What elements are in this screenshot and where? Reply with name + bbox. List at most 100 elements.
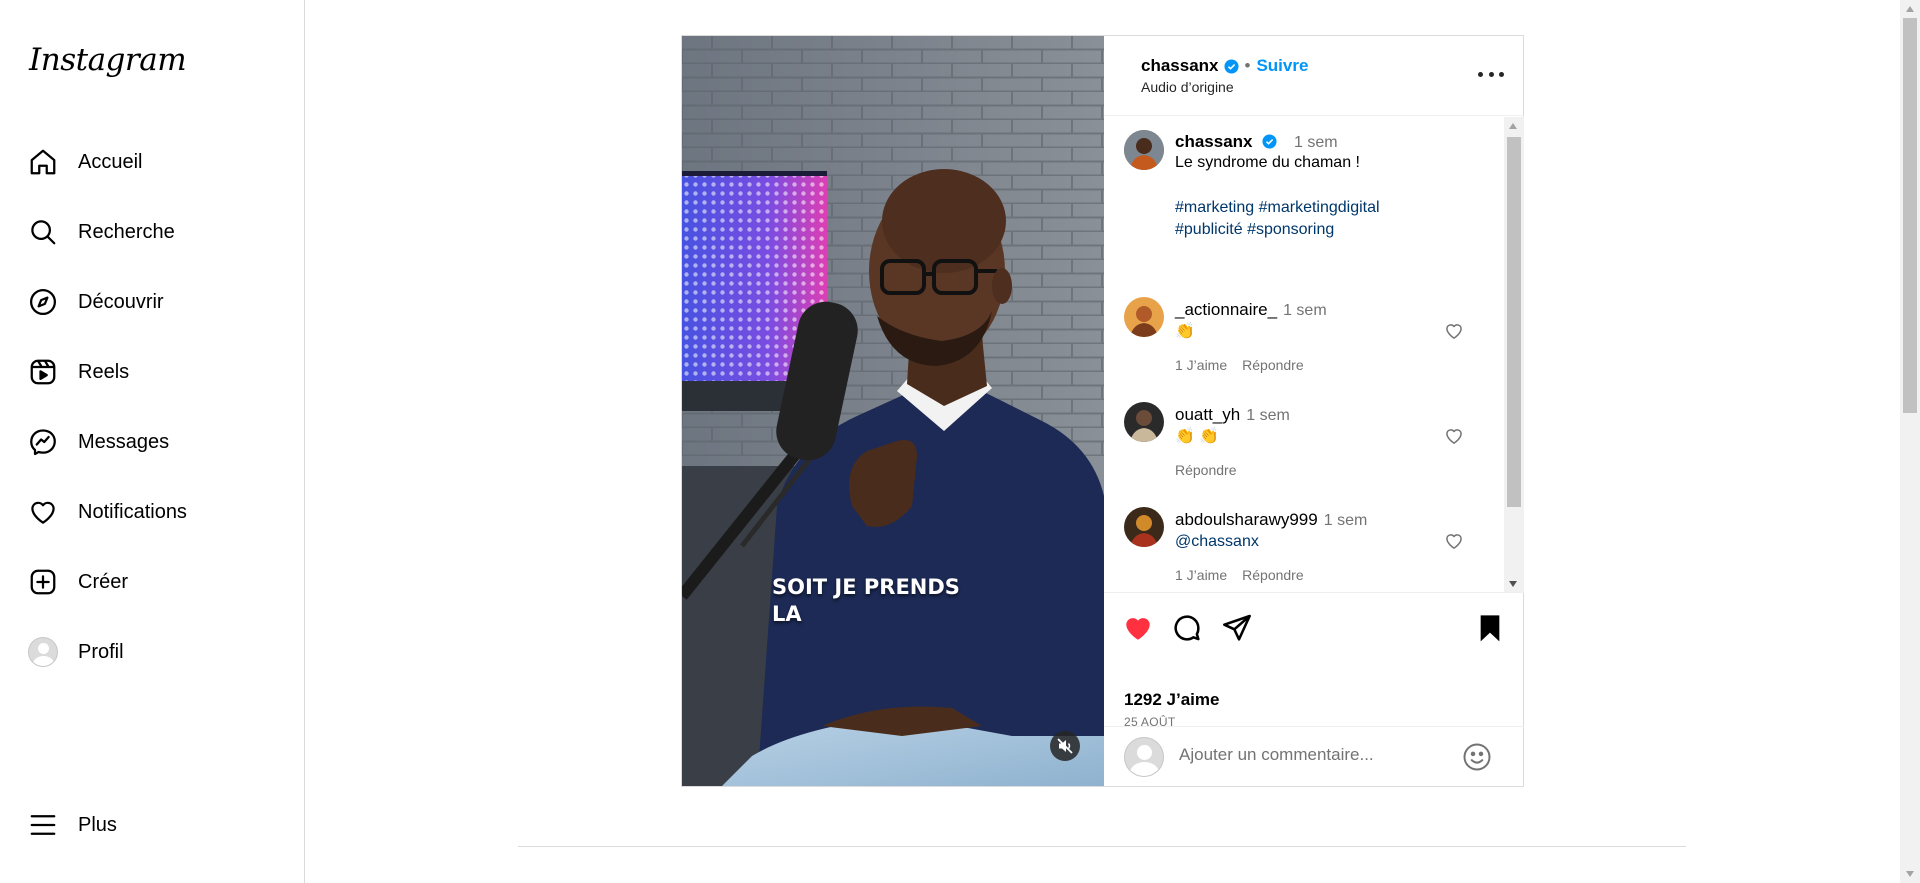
like-heart-icon[interactable]	[1122, 612, 1154, 644]
comment-time: 1 sem	[1323, 512, 1368, 529]
sidebar-item-reels[interactable]: Reels	[28, 348, 288, 396]
comment-avatar[interactable]	[1124, 297, 1164, 337]
post-header: chassanx • Suivre Audio d’origine	[1104, 36, 1524, 116]
caption-hashtags: #marketing #marketingdigital #publicité …	[1175, 197, 1380, 241]
more-options-button[interactable]	[1478, 64, 1504, 84]
avatar-image	[1124, 507, 1164, 547]
comment-text: 👏	[1175, 323, 1195, 340]
likes-count[interactable]: 1292 J’aime	[1124, 690, 1219, 710]
heart-icon	[31, 501, 55, 524]
comment-text: 👏 👏	[1175, 428, 1220, 445]
comment-icon[interactable]	[1171, 612, 1203, 644]
separator-dot: •	[1244, 56, 1251, 75]
hamburger-icon	[30, 815, 56, 835]
sidebar: Instagram Accueil Recherche Découvrir Re…	[0, 0, 305, 883]
feed-divider	[518, 846, 1686, 847]
reply-button[interactable]: Répondre	[1242, 567, 1304, 583]
post-actions: 1292 J’aime 25 AOÛT	[1104, 594, 1524, 729]
reply-button[interactable]: Répondre	[1242, 357, 1304, 373]
scroll-down-arrow[interactable]	[1509, 581, 1517, 587]
caption-time: 1 sem	[1293, 134, 1338, 151]
emoji-icon[interactable]	[1462, 742, 1492, 772]
audio-link[interactable]: Audio d’origine	[1141, 79, 1234, 95]
instagram-logo[interactable]: Instagram	[29, 42, 187, 78]
avatar	[1124, 737, 1164, 777]
comment-likes-link[interactable]: 1 J’aime	[1175, 357, 1227, 373]
scroll-down-arrow[interactable]	[1906, 871, 1914, 877]
more-dot	[1478, 71, 1483, 77]
sidebar-item-plus[interactable]: Plus	[28, 801, 288, 849]
comment-meta: 1 J’aime Répondre	[1175, 567, 1319, 583]
caption-text: Le syndrome du chaman !	[1175, 154, 1360, 171]
bookmark-icon[interactable]	[1474, 612, 1506, 644]
sidebar-item-label: Créer	[78, 570, 129, 593]
sidebar-item-label: Profil	[78, 640, 124, 663]
post-card: SOIT JE PRENDS LA chassanx • Suivre Audi…	[681, 35, 1524, 787]
comments-section: chassanx 1 sem Le syndrome du chaman ! #…	[1104, 117, 1524, 593]
post-video[interactable]: SOIT JE PRENDS LA	[682, 36, 1104, 786]
author-avatar[interactable]	[1124, 130, 1164, 170]
mute-button[interactable]	[1050, 731, 1080, 761]
hashtag-link[interactable]: #sponsoring	[1247, 221, 1334, 238]
comment-header: _actionnaire_ 1 sem	[1175, 300, 1327, 320]
comment-header: ouatt_yh 1 sem	[1175, 405, 1290, 425]
comment-input[interactable]	[1179, 745, 1459, 765]
comment-meta: 1 J’aime Répondre	[1175, 357, 1319, 373]
add-comment-bar	[1104, 726, 1524, 786]
scroll-up-arrow[interactable]	[1906, 6, 1914, 12]
home-icon	[30, 149, 56, 175]
comment-mention-link[interactable]: @chassanx	[1175, 531, 1259, 553]
comment-time: 1 sem	[1283, 302, 1327, 319]
verified-badge-icon	[1262, 134, 1277, 149]
comment-username[interactable]: ouatt_yh	[1175, 405, 1240, 424]
more-dot	[1499, 71, 1504, 77]
comment-username[interactable]: abdoulsharawy999	[1175, 510, 1318, 529]
sidebar-item-decouvrir[interactable]: Découvrir	[28, 278, 288, 326]
sidebar-item-messages[interactable]: Messages	[28, 418, 288, 466]
comment-username[interactable]: _actionnaire_	[1175, 300, 1277, 319]
messenger-icon	[30, 429, 56, 456]
follow-button[interactable]: Suivre	[1256, 56, 1308, 76]
sidebar-item-notifications[interactable]: Notifications	[28, 488, 288, 536]
comment-avatar[interactable]	[1124, 402, 1164, 442]
sidebar-item-accueil[interactable]: Accueil	[28, 138, 288, 186]
post-author-username[interactable]: chassanx	[1141, 56, 1219, 76]
hashtag-link[interactable]: #marketingdigital	[1259, 199, 1380, 216]
post-details: chassanx • Suivre Audio d’origine chassa…	[1104, 36, 1524, 786]
caption-username[interactable]: chassanx	[1175, 132, 1253, 151]
reply-button[interactable]: Répondre	[1175, 462, 1237, 478]
avatar-image	[1124, 402, 1164, 442]
sidebar-item-label: Découvrir	[78, 290, 164, 313]
like-comment-heart-icon[interactable]	[1444, 426, 1464, 446]
post-header-user: chassanx • Suivre	[1141, 56, 1308, 76]
sidebar-item-profil[interactable]: Profil	[28, 628, 288, 676]
comment-header: abdoulsharawy999 1 sem	[1175, 510, 1367, 530]
scroll-thumb[interactable]	[1903, 18, 1917, 413]
comments-scrollbar[interactable]	[1504, 117, 1524, 592]
share-icon[interactable]	[1221, 612, 1253, 644]
search-icon	[31, 220, 56, 245]
more-dot	[1488, 71, 1494, 77]
sidebar-item-creer[interactable]: Créer	[28, 558, 288, 606]
sidebar-item-recherche[interactable]: Recherche	[28, 208, 288, 256]
like-comment-heart-icon[interactable]	[1444, 321, 1464, 341]
hashtag-link[interactable]: #publicité	[1175, 221, 1243, 238]
plus-square-icon	[30, 569, 56, 595]
avatar	[28, 637, 58, 667]
sidebar-item-label: Reels	[78, 360, 130, 383]
page-scrollbar[interactable]	[1900, 0, 1920, 883]
avatar-image	[1124, 130, 1164, 170]
speaker-muted-icon	[1057, 738, 1073, 754]
scroll-up-arrow[interactable]	[1509, 123, 1517, 129]
comment-likes-link[interactable]: 1 J’aime	[1175, 567, 1227, 583]
video-frame-image	[682, 36, 1104, 786]
scroll-thumb[interactable]	[1507, 137, 1521, 507]
like-comment-heart-icon[interactable]	[1444, 531, 1464, 551]
sidebar-item-label: Plus	[78, 813, 117, 836]
comment-avatar[interactable]	[1124, 507, 1164, 547]
hashtag-link[interactable]: #marketing	[1175, 199, 1254, 216]
sidebar-item-label: Messages	[78, 430, 170, 453]
video-caption-overlay: SOIT JE PRENDS LA	[772, 575, 960, 626]
caption-author: chassanx 1 sem	[1175, 132, 1338, 152]
reels-icon	[30, 359, 56, 385]
